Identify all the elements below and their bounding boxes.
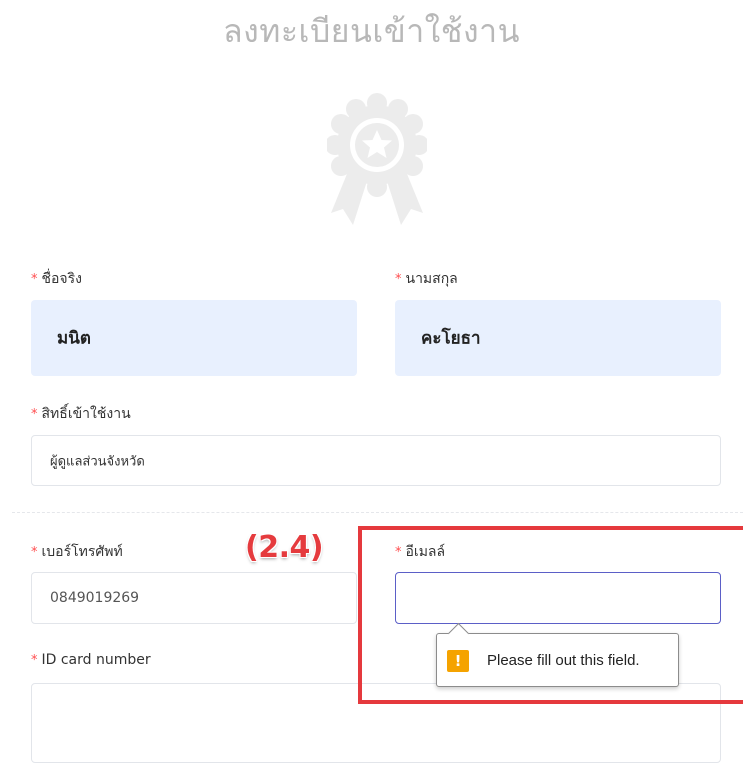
required-mark: *: [395, 272, 402, 287]
role-input[interactable]: ผู้ดูแลส่วนจังหวัด: [31, 435, 721, 486]
last-name-value: คะโยธา: [421, 328, 481, 349]
validation-tooltip: ! Please fill out this field.: [436, 622, 679, 687]
id-card-label: * ID card number: [31, 652, 151, 668]
required-mark: *: [31, 545, 38, 560]
annotation-label: (2.4): [245, 530, 324, 565]
first-name-label: * ชื่อจริง: [31, 271, 82, 287]
first-name-value: มนิต: [57, 328, 91, 349]
phone-label: * เบอร์โทรศัพท์: [31, 544, 123, 560]
role-value: ผู้ดูแลส่วนจังหวัด: [50, 454, 145, 469]
role-label: * สิทธิ์เข้าใช้งาน: [31, 406, 131, 422]
last-name-label: * นามสกุล: [395, 271, 458, 287]
page-title: ลงทะเบียนเข้าใช้งาน: [223, 12, 520, 50]
section-divider: [12, 512, 743, 513]
last-name-input[interactable]: คะโยธา: [395, 300, 721, 376]
first-name-input[interactable]: มนิต: [31, 300, 357, 376]
required-mark: *: [31, 653, 38, 668]
validation-message: Please fill out this field.: [487, 652, 640, 669]
award-badge-icon: [327, 93, 427, 225]
required-mark: *: [31, 407, 38, 422]
required-mark: *: [31, 272, 38, 287]
phone-input[interactable]: 0849019269: [31, 572, 357, 624]
phone-value: 0849019269: [50, 590, 140, 606]
warning-icon: !: [447, 650, 469, 672]
